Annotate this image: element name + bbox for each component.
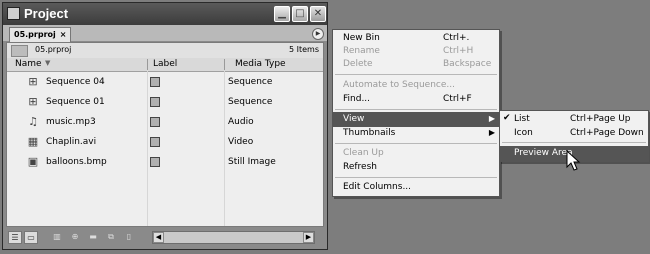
folder-icon: ▬ — [89, 232, 97, 241]
menu-item-refresh[interactable]: Refresh — [333, 160, 499, 175]
project-panel: 05.prproj 5 Items Name ▼ Label Media Typ… — [6, 42, 324, 227]
image-icon: ▣ — [27, 155, 39, 168]
tab-close-icon[interactable]: × — [60, 30, 67, 39]
horizontal-scrollbar[interactable]: ◀ ▶ — [152, 231, 315, 244]
info-file-name: 05.prproj — [35, 45, 72, 54]
item-media-type: Audio — [228, 117, 254, 127]
new-item-icon: ⧉ — [108, 232, 114, 241]
clear-button[interactable]: ▯ — [122, 231, 136, 244]
menu-separator — [335, 177, 497, 178]
table-row[interactable]: ♫ music.mp3 Audio — [7, 112, 323, 132]
scroll-right-button[interactable]: ▶ — [303, 232, 314, 243]
menu-item-list[interactable]: ✔ List Ctrl+Page Up — [500, 112, 648, 127]
project-window: Project ▁ □ ✕ 05.prproj × ▶ 05.prproj 5 I… — [2, 2, 328, 250]
item-name: Chaplin.avi — [46, 137, 97, 147]
label-swatch[interactable] — [150, 137, 160, 147]
find-button[interactable]: ⊕ — [68, 231, 82, 244]
maximize-button[interactable]: □ — [292, 6, 308, 22]
icon-view-button[interactable]: ▭ — [24, 231, 38, 244]
mouse-cursor-icon — [566, 150, 581, 171]
column-headers: Name ▼ Label Media Type — [7, 58, 323, 72]
panel-menu-icon: ▶ — [315, 30, 321, 37]
info-bar: 05.prproj 5 Items — [7, 43, 323, 59]
submenu-arrow-icon: ▶ — [488, 114, 495, 123]
item-count: 5 Items — [288, 45, 319, 54]
new-bin-button[interactable]: ▬ — [86, 231, 100, 244]
item-name: Sequence 04 — [46, 77, 105, 87]
list-view-button[interactable]: ☰ — [8, 231, 22, 244]
submenu-arrow-icon: ▶ — [488, 128, 495, 137]
binoculars-icon: ⊕ — [71, 232, 79, 241]
menu-item-find[interactable]: Find... Ctrl+F — [333, 92, 499, 107]
checkmark-icon: ✔ — [503, 113, 511, 123]
item-name: Sequence 01 — [46, 97, 105, 107]
column-header-name[interactable]: Name — [15, 59, 42, 69]
item-media-type: Still Image — [228, 157, 276, 167]
menu-separator — [502, 142, 646, 143]
close-icon: ✕ — [313, 8, 323, 19]
column-header-label[interactable]: Label — [153, 59, 177, 69]
tab-label: 05.prproj — [14, 30, 56, 39]
menu-item-icon[interactable]: Icon Ctrl+Page Down — [500, 126, 648, 141]
new-item-button[interactable]: ⧉ — [104, 231, 118, 244]
trash-icon: ▯ — [126, 232, 132, 241]
film-icon: ▦ — [27, 135, 39, 148]
table-row[interactable]: ▦ Chaplin.avi Video — [7, 132, 323, 152]
scroll-left-icon: ◀ — [155, 233, 162, 241]
menu-item-clean-up[interactable]: Clean Up — [333, 146, 499, 161]
window-title: Project — [24, 6, 69, 21]
close-button[interactable]: ✕ — [310, 6, 326, 22]
label-swatch[interactable] — [150, 117, 160, 127]
tab-strip: 05.prproj × ▶ — [3, 25, 327, 42]
context-menu: New Bin Ctrl+. Rename Ctrl+H Delete Back… — [332, 29, 500, 197]
label-swatch[interactable] — [150, 157, 160, 167]
item-media-type: Video — [228, 137, 254, 147]
scroll-right-icon: ▶ — [305, 233, 312, 241]
minimize-icon: ▁ — [278, 8, 286, 19]
preview-thumbnail — [11, 45, 28, 57]
sequence-icon: ⊞ — [28, 95, 38, 108]
menu-item-delete[interactable]: Delete Backspace — [333, 57, 499, 72]
menu-separator — [335, 143, 497, 144]
item-name: music.mp3 — [46, 117, 96, 127]
menu-separator — [335, 109, 497, 110]
speaker-icon: ♫ — [28, 115, 38, 128]
label-swatch[interactable] — [150, 77, 160, 87]
minimize-button[interactable]: ▁ — [274, 6, 290, 22]
icon-view-icon: ▭ — [27, 233, 35, 242]
table-row[interactable]: ⊞ Sequence 04 Sequence — [7, 72, 323, 92]
table-row[interactable]: ⊞ Sequence 01 Sequence — [7, 92, 323, 112]
project-icon — [7, 7, 20, 20]
tab-project-file[interactable]: 05.prproj × — [9, 27, 72, 42]
maximize-icon: □ — [295, 8, 305, 19]
label-swatch[interactable] — [150, 97, 160, 107]
scroll-left-button[interactable]: ◀ — [153, 232, 164, 243]
list-view-icon: ☰ — [11, 233, 19, 242]
sort-arrow-icon: ▼ — [45, 59, 51, 67]
menu-item-automate-to-sequence[interactable]: Automate to Sequence... — [333, 78, 499, 93]
menu-item-thumbnails[interactable]: Thumbnails ▶ — [333, 126, 499, 141]
item-media-type: Sequence — [228, 97, 273, 107]
item-name: balloons.bmp — [46, 157, 107, 167]
automate-button[interactable]: ▥ — [50, 231, 64, 244]
item-media-type: Sequence — [228, 77, 273, 87]
automate-icon: ▥ — [53, 232, 61, 241]
panel-menu-button[interactable]: ▶ — [312, 28, 324, 40]
menu-separator — [335, 74, 497, 75]
column-header-media-type[interactable]: Media Type — [235, 59, 286, 69]
panel-toolbar: ☰ ▭ ▥ ⊕ ▬ ⧉ ▯ ◀ ▶ — [6, 229, 324, 247]
table-row[interactable]: ▣ balloons.bmp Still Image — [7, 152, 323, 172]
title-bar[interactable]: Project ▁ □ ✕ — [3, 3, 327, 25]
sequence-icon: ⊞ — [28, 75, 38, 88]
menu-item-edit-columns[interactable]: Edit Columns... — [333, 180, 499, 195]
menu-item-view[interactable]: View ▶ — [333, 112, 499, 127]
